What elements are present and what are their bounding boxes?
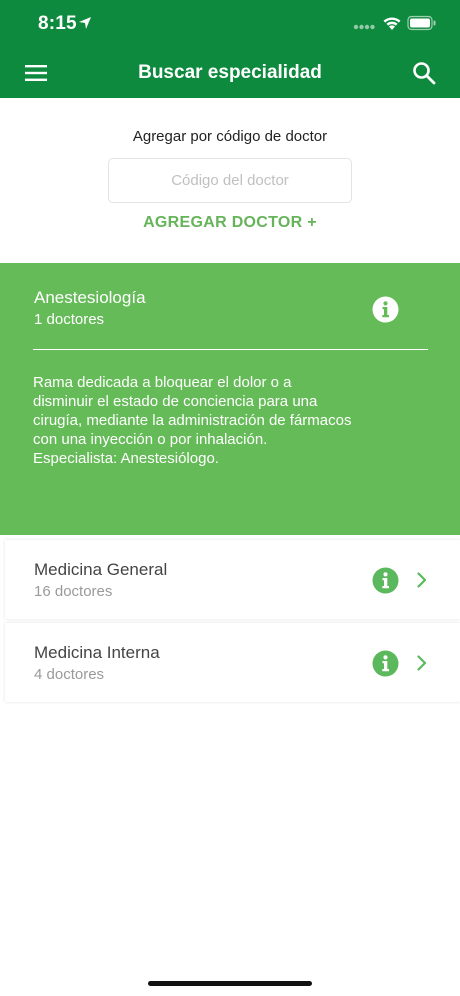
divider	[33, 349, 428, 350]
home-indicator[interactable]	[148, 981, 312, 986]
battery-icon	[407, 15, 436, 31]
wifi-icon	[383, 17, 401, 30]
chevron-right-icon	[417, 655, 427, 671]
specialty-doctor-count: 4 doctores	[34, 666, 105, 683]
doctor-code-input[interactable]	[108, 158, 352, 203]
specialty-name: Medicina Interna	[34, 643, 160, 662]
specialty-doctor-count: 16 doctores	[34, 583, 113, 600]
add-by-code-section: Agregar por código de doctor AGREGAR DOC…	[0, 98, 460, 263]
specialty-row-medicina-interna[interactable]: Medicina Interna 4 doctores	[5, 623, 460, 702]
signal-dots-icon	[353, 24, 375, 30]
info-icon[interactable]	[372, 650, 399, 677]
specialty-card-expanded[interactable]: Anestesiología 1 doctores Rama dedicada …	[0, 263, 460, 535]
status-time: 8:15	[38, 13, 77, 34]
specialty-name: Anestesiología	[34, 288, 146, 307]
specialty-doctor-count: 1 doctores	[34, 311, 105, 328]
app-screen: 8:15 Buscar especialidad Agregar por cód…	[0, 0, 460, 996]
chevron-right-icon	[417, 572, 427, 588]
specialty-name: Medicina General	[34, 560, 168, 579]
specialty-row-medicina-general[interactable]: Medicina General 16 doctores	[5, 540, 460, 619]
info-icon[interactable]	[372, 567, 399, 594]
page-title: Buscar especialidad	[138, 62, 322, 83]
add-by-code-label: Agregar por código de doctor	[132, 128, 328, 145]
info-icon[interactable]	[372, 296, 399, 323]
location-arrow-icon	[79, 17, 91, 29]
search-icon[interactable]	[411, 60, 437, 86]
specialty-description: Rama dedicada a bloquear el dolor o a di…	[33, 374, 352, 467]
add-doctor-button[interactable]: AGREGAR DOCTOR +	[0, 214, 460, 232]
app-header: 8:15 Buscar especialidad	[0, 0, 460, 98]
